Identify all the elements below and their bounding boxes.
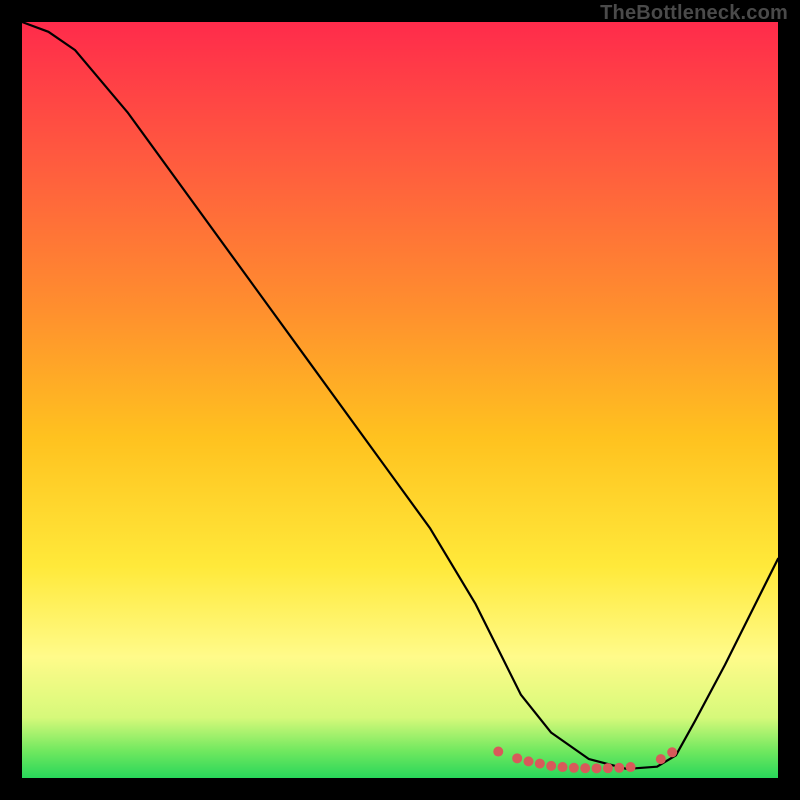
marker-dot	[558, 762, 568, 772]
marker-dot	[626, 762, 636, 772]
marker-dot	[524, 756, 534, 766]
chart-svg	[22, 22, 778, 778]
gradient-background	[22, 22, 778, 778]
marker-dot	[535, 759, 545, 769]
marker-dot	[614, 763, 624, 773]
plot-area	[22, 22, 778, 778]
marker-dot	[580, 763, 590, 773]
marker-dot	[592, 763, 602, 773]
marker-dot	[667, 747, 677, 757]
chart-frame: TheBottleneck.com	[0, 0, 800, 800]
marker-dot	[603, 763, 613, 773]
marker-dot	[569, 763, 579, 773]
marker-dot	[493, 747, 503, 757]
marker-dot	[512, 753, 522, 763]
marker-dot	[656, 754, 666, 764]
marker-dot	[546, 761, 556, 771]
